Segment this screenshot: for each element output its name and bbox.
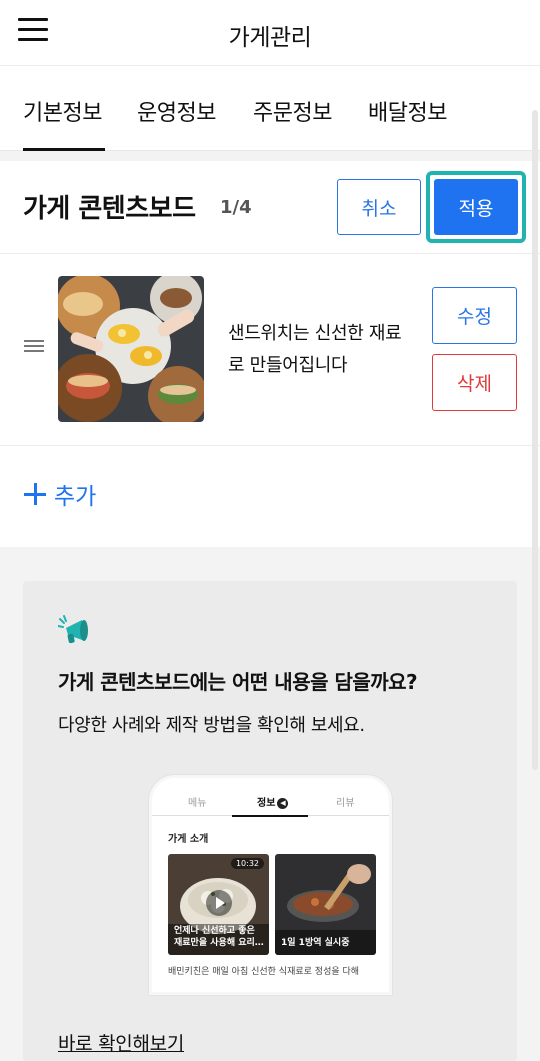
scrollbar[interactable] (532, 110, 538, 770)
add-button[interactable]: 추가 (24, 477, 96, 511)
tab-delivery-info[interactable]: 배달정보 (368, 95, 447, 127)
guide-subtitle: 다양한 사례와 제작 방법을 확인해 보세요. (58, 715, 365, 736)
tab-basic-info[interactable]: 기본정보 (23, 95, 102, 127)
apply-button[interactable]: 적용 (434, 179, 518, 235)
preview-section-title: 가게 소개 (168, 834, 209, 845)
preview-tab-info: 정보 ◀ (257, 794, 289, 809)
tab-operation-info[interactable]: 운영정보 (137, 95, 216, 127)
preview-card-video: 10:32 언제나 신선하고 좋은 재료만을 사용해 요리… (168, 854, 269, 955)
preview-tab-info-label: 정보 (257, 798, 276, 809)
preview-tab-menu: 메뉴 (188, 798, 207, 809)
app-header: 가게관리 (0, 0, 540, 66)
video-duration: 10:32 (230, 858, 264, 869)
delete-button[interactable]: 삭제 (432, 354, 517, 411)
preview-card-text: 1일 1방역 실시중 (281, 938, 350, 948)
play-icon (206, 890, 232, 916)
info-dot-icon: ◀ (277, 797, 289, 809)
guide-title: 가게 콘텐츠보드에는 어떤 내용을 담을까요? (58, 670, 418, 694)
item-text: 샌드위치는 신선한 재료로 만들어집니다 (228, 323, 402, 376)
preview-description: 배민키친은 매일 아침 신선한 식재료로 정성을 다해 (168, 967, 360, 977)
list-item: 샌드위치는 신선한 재료로 만들어집니다 수정 삭제 (0, 254, 540, 445)
edit-button[interactable]: 수정 (432, 287, 517, 344)
item-thumbnail (58, 276, 204, 422)
content-board-section: 가게 콘텐츠보드 1/4 취소 적용 샌드위치는 신선한 재료로 만들어집니다 … (0, 161, 540, 547)
preview-tab-review: 리뷰 (336, 798, 355, 809)
preview-tab-indicator (232, 815, 308, 817)
page-title: 가게관리 (228, 25, 312, 51)
board-title: 가게 콘텐츠보드 (23, 194, 196, 224)
plus-icon (24, 483, 46, 505)
view-now-link[interactable]: 바로 확인해보기 (58, 1029, 184, 1056)
add-button-label: 추가 (54, 484, 97, 510)
cancel-button[interactable]: 취소 (337, 179, 421, 235)
preview-card-text: 언제나 신선하고 좋은 재료만을 사용해 요리… (174, 926, 264, 948)
section-gap (0, 151, 540, 161)
megaphone-icon (58, 615, 88, 644)
guide-card: 가게 콘텐츠보드에는 어떤 내용을 담을까요? 다양한 사례와 제작 방법을 확… (23, 581, 517, 1061)
tab-order-info[interactable]: 주문정보 (253, 95, 332, 127)
board-count: 1/4 (220, 197, 252, 218)
preview-card-image: 1일 1방역 실시중 (275, 854, 376, 955)
divider (0, 445, 540, 446)
drag-handle-icon[interactable] (24, 340, 44, 354)
preview-phone-image: 메뉴 정보 ◀ 리뷰 가게 소개 10:32 언제나 신선하고 좋은 재료만을 사… (149, 775, 392, 995)
tab-bar: 기본정보 운영정보 주문정보 배달정보 (0, 67, 540, 151)
preview-tabs: 메뉴 정보 ◀ 리뷰 (152, 786, 389, 816)
